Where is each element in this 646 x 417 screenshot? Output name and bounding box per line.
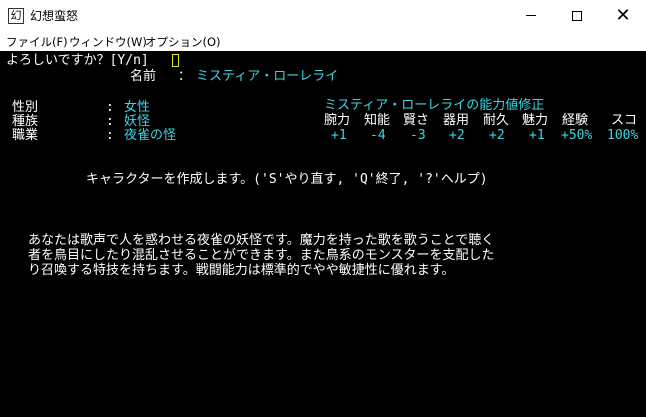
- stat-header: 器用: [443, 113, 470, 128]
- stat-header: 魅力: [522, 113, 549, 128]
- stat-value: +50%: [561, 128, 593, 143]
- name-separator: ：: [178, 69, 192, 84]
- description-line: り召喚する特技を持ちます。戦闘能力は標準的でやや敏捷性に優れます。: [28, 263, 455, 278]
- stat-header: 耐久: [483, 113, 510, 128]
- name-value: ミスティア・ローレライ: [196, 69, 339, 84]
- title-bar: 幻想蛮怒 ✕: [0, 0, 646, 32]
- menu-options[interactable]: オプション(O): [145, 34, 221, 50]
- modifier-title: ミスティア・ローレライの能力値修正: [324, 98, 545, 113]
- stat-value: -3: [410, 128, 426, 143]
- description-line: あなたは歌声で人を惑わせる夜雀の妖怪です。魔力を持った歌を歌うことで聴く: [28, 233, 495, 248]
- app-icon: [8, 8, 24, 24]
- description-line: 者を鳥目にしたり混乱させることができます。また鳥系のモンスターを支配した: [28, 248, 495, 263]
- stat-value: +2: [449, 128, 465, 143]
- stat-value: +2: [489, 128, 505, 143]
- terminal-screen[interactable]: よろしいですか？[Y/n] 名前 ： ミスティア・ローレライ 性別 : 女性 種…: [0, 51, 646, 417]
- stat-value: +1: [331, 128, 347, 143]
- menu-file[interactable]: ファイル(F): [6, 34, 68, 50]
- menu-window[interactable]: ウィンドウ(W): [69, 34, 147, 50]
- minimize-icon: [526, 15, 536, 16]
- stat-header: スコ: [611, 113, 638, 128]
- stat-header: 賢さ: [403, 113, 430, 128]
- stat-value: -4: [370, 128, 386, 143]
- class-value: 夜雀の怪: [124, 128, 177, 143]
- minimize-button[interactable]: [508, 0, 554, 31]
- name-label: 名前: [130, 69, 157, 84]
- menu-bar: ファイル(F) ウィンドウ(W) オプション(O): [0, 31, 646, 51]
- class-label: 職業: [12, 128, 39, 143]
- instruction-line: キャラクターを作成します。('S'やり直す, 'Q'終了, '?'ヘルプ): [86, 172, 488, 187]
- close-icon: ✕: [615, 4, 631, 26]
- maximize-button[interactable]: [554, 0, 600, 31]
- stat-header: 知能: [364, 113, 391, 128]
- close-button[interactable]: ✕: [600, 0, 646, 31]
- text-cursor: [172, 54, 179, 67]
- stat-value: 100%: [607, 128, 639, 143]
- stat-header: 経験: [562, 113, 589, 128]
- confirm-prompt: よろしいですか？[Y/n]: [6, 53, 149, 68]
- class-separator: :: [106, 128, 114, 143]
- window-title: 幻想蛮怒: [30, 9, 79, 23]
- stat-value: +1: [529, 128, 545, 143]
- maximize-icon: [572, 10, 582, 21]
- stat-header: 腕力: [324, 113, 351, 128]
